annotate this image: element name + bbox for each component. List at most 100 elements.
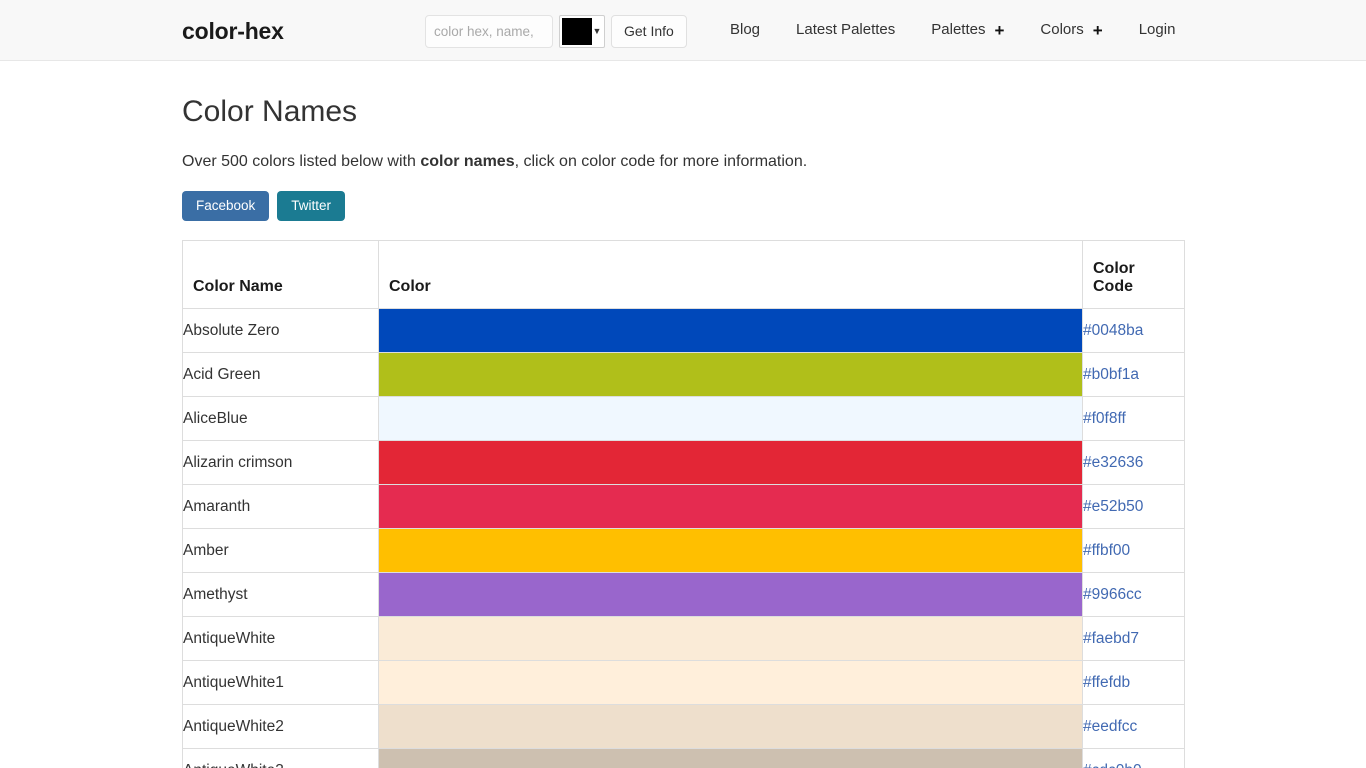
color-picker-dropdown[interactable]: ▼: [559, 15, 605, 48]
nav-item-palettes[interactable]: Palettes +: [913, 19, 1022, 41]
cell-color-name: AliceBlue: [182, 396, 379, 441]
color-picker-swatch[interactable]: [562, 18, 592, 45]
cell-color-code: #ffbf00: [1082, 528, 1185, 573]
nav-label: Colors: [1040, 21, 1084, 38]
color-code-link[interactable]: #f0f8ff: [1083, 410, 1126, 427]
color-swatch: [379, 309, 1082, 352]
cell-color-swatch: [378, 484, 1083, 529]
color-code-link[interactable]: #b0bf1a: [1083, 366, 1139, 383]
color-code-link[interactable]: #9966cc: [1083, 586, 1142, 603]
color-swatch: [379, 617, 1082, 660]
cell-color-swatch: [378, 528, 1083, 573]
color-code-link[interactable]: #0048ba: [1083, 322, 1143, 339]
nav-label: Blog: [730, 21, 761, 38]
cell-color-swatch: [378, 660, 1083, 705]
table-row: Amethyst #9966cc: [182, 572, 1185, 617]
cell-color-name: Amethyst: [182, 572, 379, 617]
cell-color-name: Acid Green: [182, 352, 379, 397]
cell-color-swatch: [378, 616, 1083, 661]
column-header-color-name: Color Name: [182, 240, 379, 309]
cell-color-swatch: [378, 308, 1083, 353]
cell-color-swatch: [378, 396, 1083, 441]
site-header: color-hex ▼ Get Info Blog Latest Palette…: [0, 0, 1366, 61]
share-facebook-button[interactable]: Facebook: [182, 191, 270, 221]
color-swatch: [379, 573, 1082, 616]
cell-color-name: Alizarin crimson: [182, 440, 379, 485]
cell-color-code: #f0f8ff: [1082, 396, 1185, 441]
cell-color-swatch: [378, 440, 1083, 485]
nav-label: Latest Palettes: [796, 21, 896, 38]
description-text-after: , click on color code for more informati…: [514, 153, 808, 170]
color-swatch: [379, 749, 1082, 768]
plus-icon[interactable]: +: [994, 22, 1004, 39]
color-swatch: [379, 441, 1082, 484]
cell-color-code: #faebd7: [1082, 616, 1185, 661]
page-description: Over 500 colors listed below with color …: [182, 152, 1366, 172]
cell-color-swatch: [378, 572, 1083, 617]
site-logo[interactable]: color-hex: [182, 17, 284, 45]
cell-color-swatch: [378, 704, 1083, 749]
column-header-color-code: Color Code: [1082, 240, 1185, 309]
color-code-link[interactable]: #e32636: [1083, 454, 1143, 471]
table-row: AliceBlue #f0f8ff: [182, 396, 1185, 441]
color-swatch: [379, 661, 1082, 704]
nav-label: Palettes: [931, 21, 986, 38]
table-body: Absolute Zero #0048ba Acid Green #b0bf1a Ali…: [182, 308, 1185, 768]
cell-color-swatch: [378, 352, 1083, 397]
table-header-row: Color Name Color Color Code: [182, 240, 1185, 309]
color-code-link[interactable]: #ffbf00: [1083, 542, 1130, 559]
cell-color-name: Amaranth: [182, 484, 379, 529]
table-row: Amaranth #e52b50: [182, 484, 1185, 529]
table-row: Acid Green #b0bf1a: [182, 352, 1185, 397]
cell-color-code: #e52b50: [1082, 484, 1185, 529]
color-code-link[interactable]: #faebd7: [1083, 630, 1139, 647]
nav-item-blog[interactable]: Blog: [712, 19, 778, 41]
table-row: AntiqueWhite1 #ffefdb: [182, 660, 1185, 705]
cell-color-code: #cdc0b0: [1082, 748, 1185, 768]
table-row: Amber #ffbf00: [182, 528, 1185, 573]
description-emphasis: color names: [420, 153, 515, 170]
table-row: AntiqueWhite3 #cdc0b0: [182, 748, 1185, 768]
main-content: Color Names Over 500 colors listed below…: [0, 61, 1366, 768]
cell-color-code: #b0bf1a: [1082, 352, 1185, 397]
cell-color-swatch: [378, 748, 1083, 768]
cell-color-code: #0048ba: [1082, 308, 1185, 353]
color-names-table: Color Name Color Color Code Absolute Zer…: [182, 240, 1185, 768]
page-title: Color Names: [182, 95, 358, 128]
color-search-group: ▼ Get Info: [425, 15, 687, 48]
chevron-down-icon[interactable]: ▼: [592, 27, 602, 36]
plus-icon[interactable]: +: [1093, 22, 1103, 39]
cell-color-name: Amber: [182, 528, 379, 573]
share-twitter-button[interactable]: Twitter: [277, 191, 346, 221]
cell-color-name: AntiqueWhite2: [182, 704, 379, 749]
nav-item-login[interactable]: Login: [1121, 19, 1194, 41]
cell-color-code: #e32636: [1082, 440, 1185, 485]
cell-color-code: #ffefdb: [1082, 660, 1185, 705]
color-search-input[interactable]: [425, 15, 553, 48]
cell-color-name: AntiqueWhite: [182, 616, 379, 661]
color-code-link[interactable]: #eedfcc: [1083, 718, 1137, 735]
color-code-link[interactable]: #ffefdb: [1083, 674, 1130, 691]
nav-label: Login: [1138, 21, 1176, 38]
color-swatch: [379, 397, 1082, 440]
color-swatch: [379, 485, 1082, 528]
cell-color-name: Absolute Zero: [182, 308, 379, 353]
nav-item-latest-palettes[interactable]: Latest Palettes: [778, 19, 913, 41]
color-swatch: [379, 529, 1082, 572]
share-buttons: Facebook Twitter: [182, 191, 1366, 221]
color-swatch: [379, 353, 1082, 396]
nav-item-colors[interactable]: Colors +: [1022, 19, 1120, 41]
color-code-link[interactable]: #e52b50: [1083, 498, 1143, 515]
main-navigation: Blog Latest Palettes Palettes + Colors +…: [712, 19, 1193, 41]
cell-color-code: #9966cc: [1082, 572, 1185, 617]
table-header: Color Name Color Color Code: [182, 240, 1185, 309]
cell-color-code: #eedfcc: [1082, 704, 1185, 749]
color-code-link[interactable]: #cdc0b0: [1083, 762, 1142, 768]
table-row: Absolute Zero #0048ba: [182, 308, 1185, 353]
description-text-before: Over 500 colors listed below with: [182, 153, 421, 170]
table-row: AntiqueWhite2 #eedfcc: [182, 704, 1185, 749]
get-info-button[interactable]: Get Info: [611, 15, 687, 48]
cell-color-name: AntiqueWhite1: [182, 660, 379, 705]
table-row: AntiqueWhite #faebd7: [182, 616, 1185, 661]
column-header-color: Color: [378, 240, 1083, 309]
